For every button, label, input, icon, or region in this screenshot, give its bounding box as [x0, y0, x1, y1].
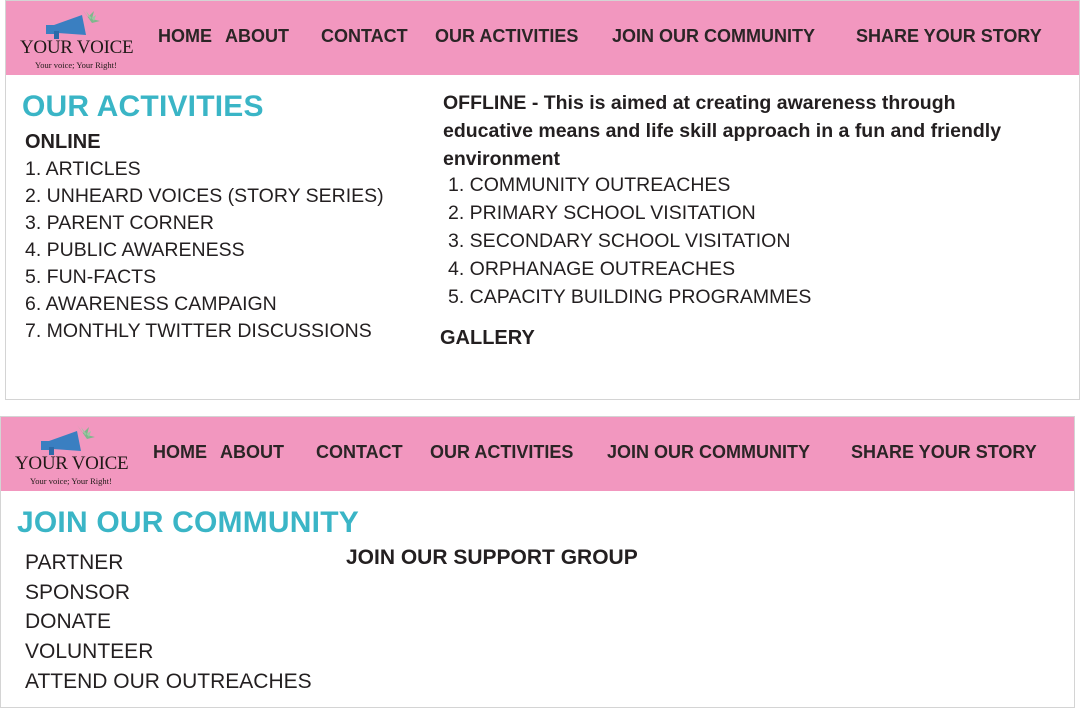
online-label: ONLINE	[25, 131, 101, 153]
list-item[interactable]: 3. SECONDARY SCHOOL VISITATION	[448, 227, 811, 255]
list-item[interactable]: ATTEND OUR OUTREACHES	[25, 667, 312, 697]
list-item[interactable]: 7. MONTHLY TWITTER DISCUSSIONS	[25, 318, 384, 345]
nav-our-activities[interactable]: OUR ACTIVITIES	[435, 26, 578, 47]
community-options-list: PARTNER SPONSOR DONATE VOLUNTEER ATTEND …	[25, 548, 312, 696]
nav-about[interactable]: ABOUT	[220, 442, 284, 463]
list-item[interactable]: 3. PARENT CORNER	[25, 210, 384, 237]
site-logo[interactable]: YOUR VOICE Your voice; Your Right!	[15, 423, 135, 487]
logo-title: YOUR VOICE	[15, 453, 129, 474]
nav-join-our-community[interactable]: JOIN OUR COMMUNITY	[612, 26, 815, 47]
activities-title: OUR ACTIVITIES	[22, 90, 264, 123]
megaphone-icon	[46, 9, 100, 39]
gallery-link[interactable]: GALLERY	[440, 327, 535, 350]
offline-intro: OFFLINE - This is aimed at creating awar…	[443, 92, 1002, 170]
nav-home[interactable]: HOME	[158, 26, 212, 47]
community-title: JOIN OUR COMMUNITY	[17, 506, 359, 539]
offline-activities-list: 1. COMMUNITY OUTREACHES 2. PRIMARY SCHOO…	[448, 171, 811, 311]
list-item[interactable]: 4. ORPHANAGE OUTREACHES	[448, 255, 811, 283]
list-item[interactable]: 5. CAPACITY BUILDING PROGRAMMES	[448, 283, 811, 311]
support-group-link[interactable]: JOIN OUR SUPPORT GROUP	[346, 546, 638, 570]
logo-title: YOUR VOICE	[20, 37, 134, 58]
nav-home[interactable]: HOME	[153, 442, 207, 463]
list-item[interactable]: DONATE	[25, 607, 312, 637]
nav-share-your-story[interactable]: SHARE YOUR STORY	[856, 26, 1042, 47]
top-navbar: YOUR VOICE Your voice; Your Right! HOME …	[6, 1, 1079, 75]
list-item[interactable]: 4. PUBLIC AWARENESS	[25, 237, 384, 264]
list-item[interactable]: VOLUNTEER	[25, 637, 312, 667]
list-item[interactable]: 2. PRIMARY SCHOOL VISITATION	[448, 199, 811, 227]
site-logo[interactable]: YOUR VOICE Your voice; Your Right!	[20, 7, 140, 71]
list-item[interactable]: PARTNER	[25, 548, 312, 578]
nav-our-activities[interactable]: OUR ACTIVITIES	[430, 442, 573, 463]
logo-tagline: Your voice; Your Right!	[30, 476, 112, 486]
list-item[interactable]: 5. FUN-FACTS	[25, 264, 384, 291]
nav-contact[interactable]: CONTACT	[321, 26, 408, 47]
megaphone-icon	[41, 425, 95, 455]
online-activities-list: 1. ARTICLES 2. UNHEARD VOICES (STORY SER…	[25, 156, 384, 345]
nav-join-our-community[interactable]: JOIN OUR COMMUNITY	[607, 442, 810, 463]
list-item[interactable]: 6. AWARENESS CAMPAIGN	[25, 291, 384, 318]
nav-contact[interactable]: CONTACT	[316, 442, 403, 463]
list-item[interactable]: 1. COMMUNITY OUTREACHES	[448, 171, 811, 199]
list-item[interactable]: 1. ARTICLES	[25, 156, 384, 183]
list-item[interactable]: SPONSOR	[25, 578, 312, 608]
logo-tagline: Your voice; Your Right!	[35, 60, 117, 70]
nav-share-your-story[interactable]: SHARE YOUR STORY	[851, 442, 1037, 463]
list-item[interactable]: 2. UNHEARD VOICES (STORY SERIES)	[25, 183, 384, 210]
nav-about[interactable]: ABOUT	[225, 26, 289, 47]
bottom-navbar: YOUR VOICE Your voice; Your Right! HOME …	[1, 417, 1074, 491]
